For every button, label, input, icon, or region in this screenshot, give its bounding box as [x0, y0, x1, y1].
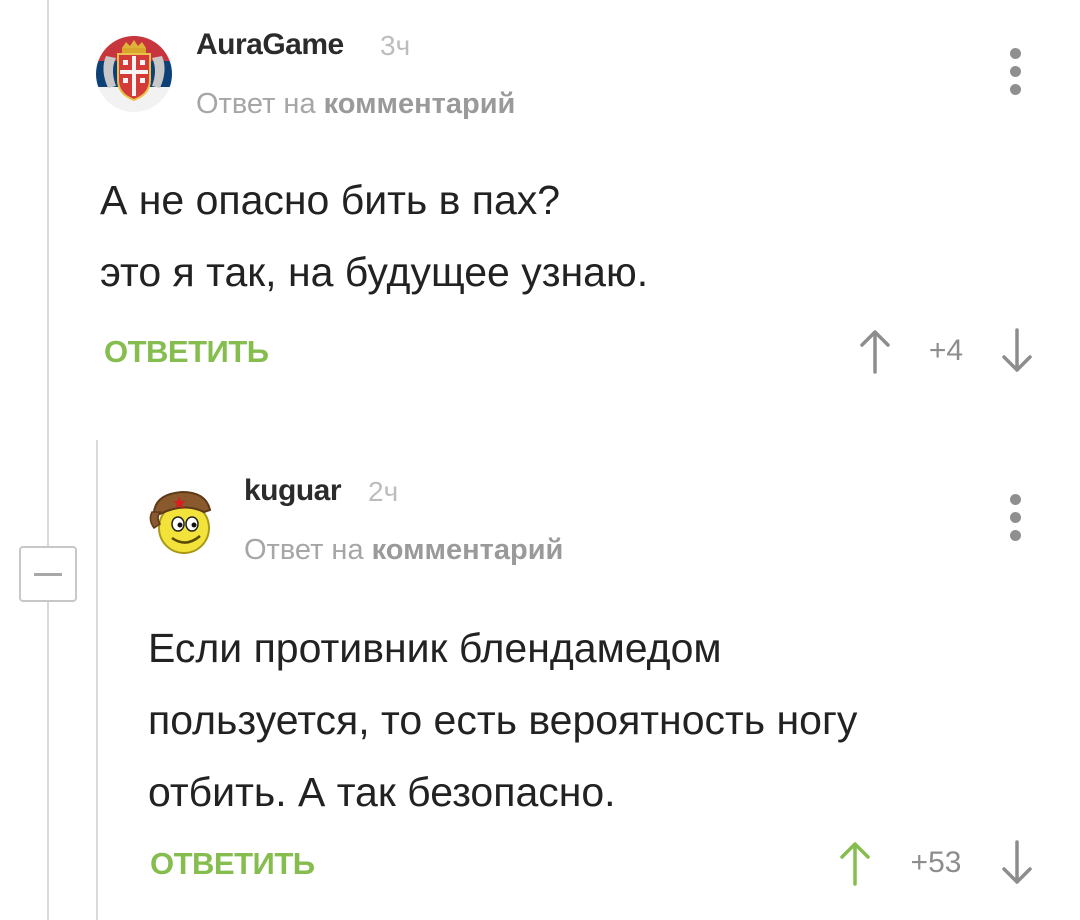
comment-body: Если противник блендамедом пользуется, т… — [148, 612, 857, 828]
minus-icon — [34, 573, 62, 576]
downvote-arrow-icon[interactable] — [1000, 328, 1034, 374]
avatar[interactable] — [144, 482, 220, 558]
comment-time: 3ч — [380, 30, 411, 61]
smiley-ushanka-avatar-icon — [144, 482, 220, 558]
comment-line: это я так, на будущее узнаю. — [100, 249, 649, 295]
serbia-coat-of-arms-avatar-icon — [96, 36, 172, 112]
comment-line: отбить. А так безопасно. — [148, 769, 616, 815]
reply-button[interactable]: ОТВЕТИТЬ — [104, 334, 269, 370]
username[interactable]: kuguar — [244, 474, 342, 508]
thread-line-nested — [96, 440, 98, 920]
more-options-icon[interactable] — [1006, 46, 1026, 98]
reply-to-info: Ответ на комментарий — [244, 534, 563, 567]
username[interactable]: AuraGame — [196, 28, 344, 62]
avatar[interactable] — [96, 36, 172, 112]
more-options-icon[interactable] — [1006, 492, 1026, 544]
comment-line: Если противник блендамедом — [148, 625, 722, 671]
collapse-thread-button[interactable] — [19, 546, 77, 602]
reply-to-prefix: Ответ на — [196, 88, 316, 120]
upvote-arrow-icon[interactable] — [858, 328, 892, 374]
reply-to-link[interactable]: комментарий — [372, 534, 564, 566]
thread-line-outer-lower — [47, 602, 49, 920]
reply-to-link[interactable]: комментарий — [324, 88, 516, 120]
reply-to-info: Ответ на комментарий — [196, 88, 515, 121]
comment-body: А не опасно бить в пах? это я так, на бу… — [100, 164, 648, 308]
upvote-arrow-icon[interactable] — [838, 840, 872, 886]
reply-button[interactable]: ОТВЕТИТЬ — [150, 846, 315, 882]
comment-line: пользуется, то есть вероятность ногу — [148, 697, 858, 743]
comment-time: 2ч — [368, 476, 399, 507]
downvote-arrow-icon[interactable] — [1000, 840, 1034, 886]
thread-line-outer — [47, 0, 49, 546]
rating-value: +53 — [910, 846, 962, 879]
comment-line: А не опасно бить в пах? — [100, 177, 561, 223]
rating-value: +4 — [928, 334, 964, 367]
reply-to-prefix: Ответ на — [244, 534, 364, 566]
